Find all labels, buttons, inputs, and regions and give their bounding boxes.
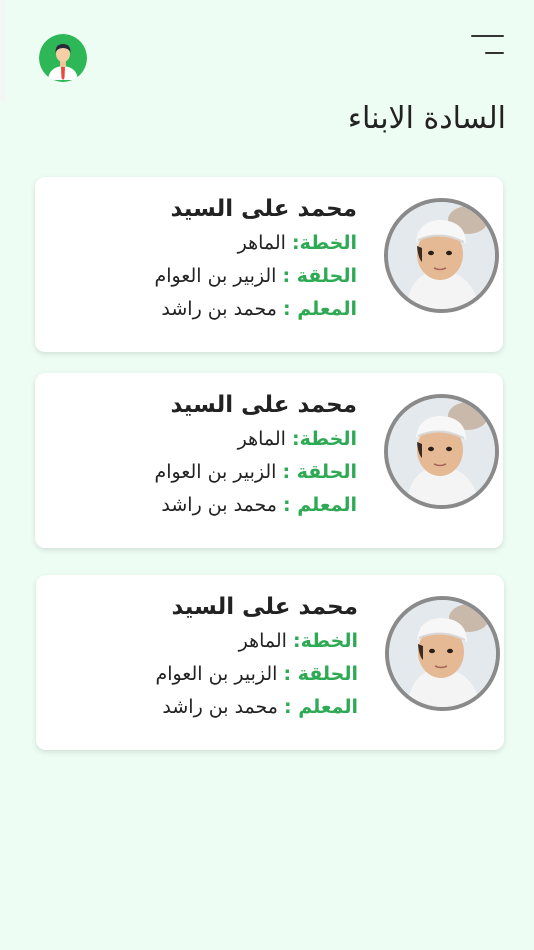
circle-value: الزبير بن العوام [154, 265, 277, 287]
plan-row: الخطة: الماهر [154, 423, 357, 456]
circle-label: الحلقة : [282, 265, 357, 287]
child-info: محمد على السيد الخطة: الماهر الحلقة : ال… [154, 193, 357, 326]
teacher-row: المعلم : محمد بن راشد [155, 691, 358, 724]
menu-icon[interactable] [470, 33, 506, 57]
child-photo [385, 596, 500, 711]
teacher-row: المعلم : محمد بن راشد [154, 293, 357, 326]
child-card[interactable]: محمد على السيد الخطة: الماهر الحلقة : ال… [35, 177, 503, 352]
circle-row: الحلقة : الزبير بن العوام [155, 658, 358, 691]
page-title: السادة الابناء [347, 101, 506, 136]
plan-value: الماهر [238, 630, 287, 652]
app-screen: السادة الابناء محمد على السيد الخطة: الم… [0, 0, 534, 950]
menu-bar-long [471, 35, 504, 37]
child-photo [384, 394, 499, 509]
child-photo [384, 198, 499, 313]
teacher-label: المعلم : [283, 298, 357, 320]
child-card[interactable]: محمد على السيد الخطة: الماهر الحلقة : ال… [36, 575, 504, 750]
teacher-label: المعلم : [283, 494, 357, 516]
teacher-value: محمد بن راشد [161, 494, 277, 516]
plan-value: الماهر [237, 232, 286, 254]
circle-value: الزبير بن العوام [155, 663, 278, 685]
circle-label: الحلقة : [282, 461, 357, 483]
plan-row: الخطة: الماهر [154, 227, 357, 260]
child-info: محمد على السيد الخطة: الماهر الحلقة : ال… [155, 591, 358, 724]
plan-row: الخطة: الماهر [155, 625, 358, 658]
circle-row: الحلقة : الزبير بن العوام [154, 260, 357, 293]
child-card[interactable]: محمد على السيد الخطة: الماهر الحلقة : ال… [35, 373, 503, 548]
plan-label: الخطة: [292, 428, 357, 450]
plan-value: الماهر [237, 428, 286, 450]
menu-bar-short [485, 52, 504, 54]
edge-strip [0, 0, 6, 100]
teacher-label: المعلم : [284, 696, 358, 718]
child-info: محمد على السيد الخطة: الماهر الحلقة : ال… [154, 389, 357, 522]
plan-label: الخطة: [293, 630, 358, 652]
teacher-value: محمد بن راشد [162, 696, 278, 718]
plan-label: الخطة: [292, 232, 357, 254]
user-avatar-icon[interactable] [39, 34, 87, 82]
child-name: محمد على السيد [170, 392, 357, 418]
teacher-value: محمد بن راشد [161, 298, 277, 320]
child-name: محمد على السيد [170, 196, 357, 222]
circle-row: الحلقة : الزبير بن العوام [154, 456, 357, 489]
teacher-row: المعلم : محمد بن راشد [154, 489, 357, 522]
circle-value: الزبير بن العوام [154, 461, 277, 483]
circle-label: الحلقة : [283, 663, 358, 685]
child-name: محمد على السيد [171, 594, 358, 620]
